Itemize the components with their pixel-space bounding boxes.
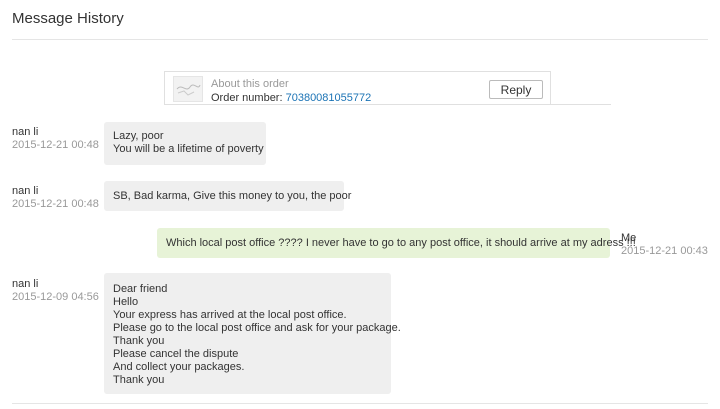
message-bubble: SB, Bad karma, Give this money to you, t…	[104, 181, 352, 211]
product-image-icon	[176, 84, 201, 96]
message-time: 2015-12-21 00:48	[12, 139, 99, 151]
message-text: SB, Bad karma, Give this money to you, t…	[113, 190, 352, 202]
message-text: Please cancel the dispute	[113, 348, 239, 360]
message-text: And collect your packages.	[113, 361, 245, 373]
order-card: About this order Order number: 703800810…	[164, 71, 611, 105]
divider	[164, 104, 611, 105]
order-number-link[interactable]: 70380081055772	[286, 92, 372, 104]
divider	[550, 71, 551, 105]
product-thumbnail[interactable]	[173, 76, 203, 102]
about-order-label: About this order	[211, 78, 289, 90]
divider	[164, 71, 551, 72]
page-title: Message History	[12, 10, 124, 27]
message-sender: nan li	[12, 278, 39, 290]
order-number-label: Order number:	[211, 92, 286, 104]
message-time: 2015-12-21 00:43	[621, 245, 708, 257]
message-text: Please go to the local post office and a…	[113, 322, 401, 334]
order-number: Order number: 70380081055772	[211, 92, 371, 104]
message-text: Dear friend	[113, 283, 168, 295]
message-text: You will be a lifetime of poverty	[113, 143, 264, 155]
message-text: Which local post office ???? I never hav…	[166, 237, 636, 249]
message-bubble: Lazy, poor You will be a lifetime of pov…	[104, 122, 266, 165]
divider	[164, 71, 165, 105]
message-time: 2015-12-21 00:48	[12, 198, 99, 210]
reply-button[interactable]: Reply	[489, 80, 543, 99]
my-message-bubble: Which local post office ???? I never hav…	[157, 228, 636, 258]
message-text: Thank you	[113, 335, 165, 347]
divider	[12, 39, 708, 40]
message-sender: nan li	[12, 185, 39, 197]
message-text: Your express has arrived at the local po…	[113, 309, 347, 321]
divider	[12, 403, 708, 404]
message-sender: Me	[621, 232, 637, 244]
message-text: Thank you	[113, 374, 165, 386]
message-time: 2015-12-09 04:56	[12, 291, 99, 303]
message-text: Lazy, poor	[113, 130, 164, 142]
message-text: Hello	[113, 296, 139, 308]
message-bubble: Dear friend Hello Your express has arriv…	[104, 273, 401, 394]
message-sender: nan li	[12, 126, 39, 138]
